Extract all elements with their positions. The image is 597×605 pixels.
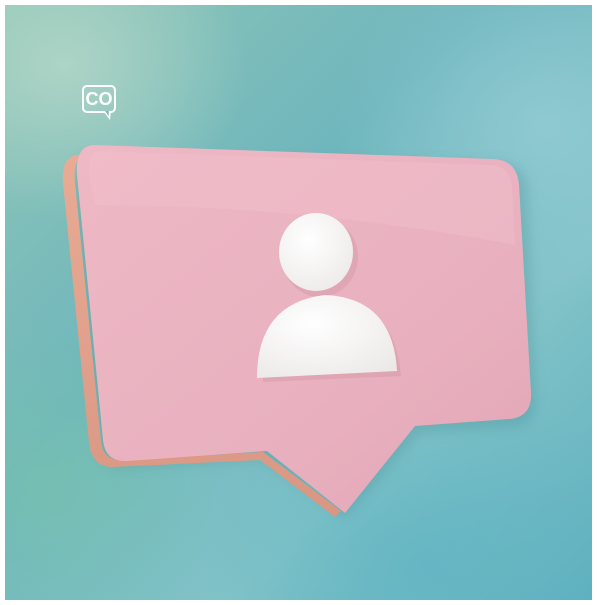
- image-frame: CO: [5, 5, 592, 600]
- notification-bubble-illustration: [62, 145, 536, 517]
- person-head: [279, 213, 353, 291]
